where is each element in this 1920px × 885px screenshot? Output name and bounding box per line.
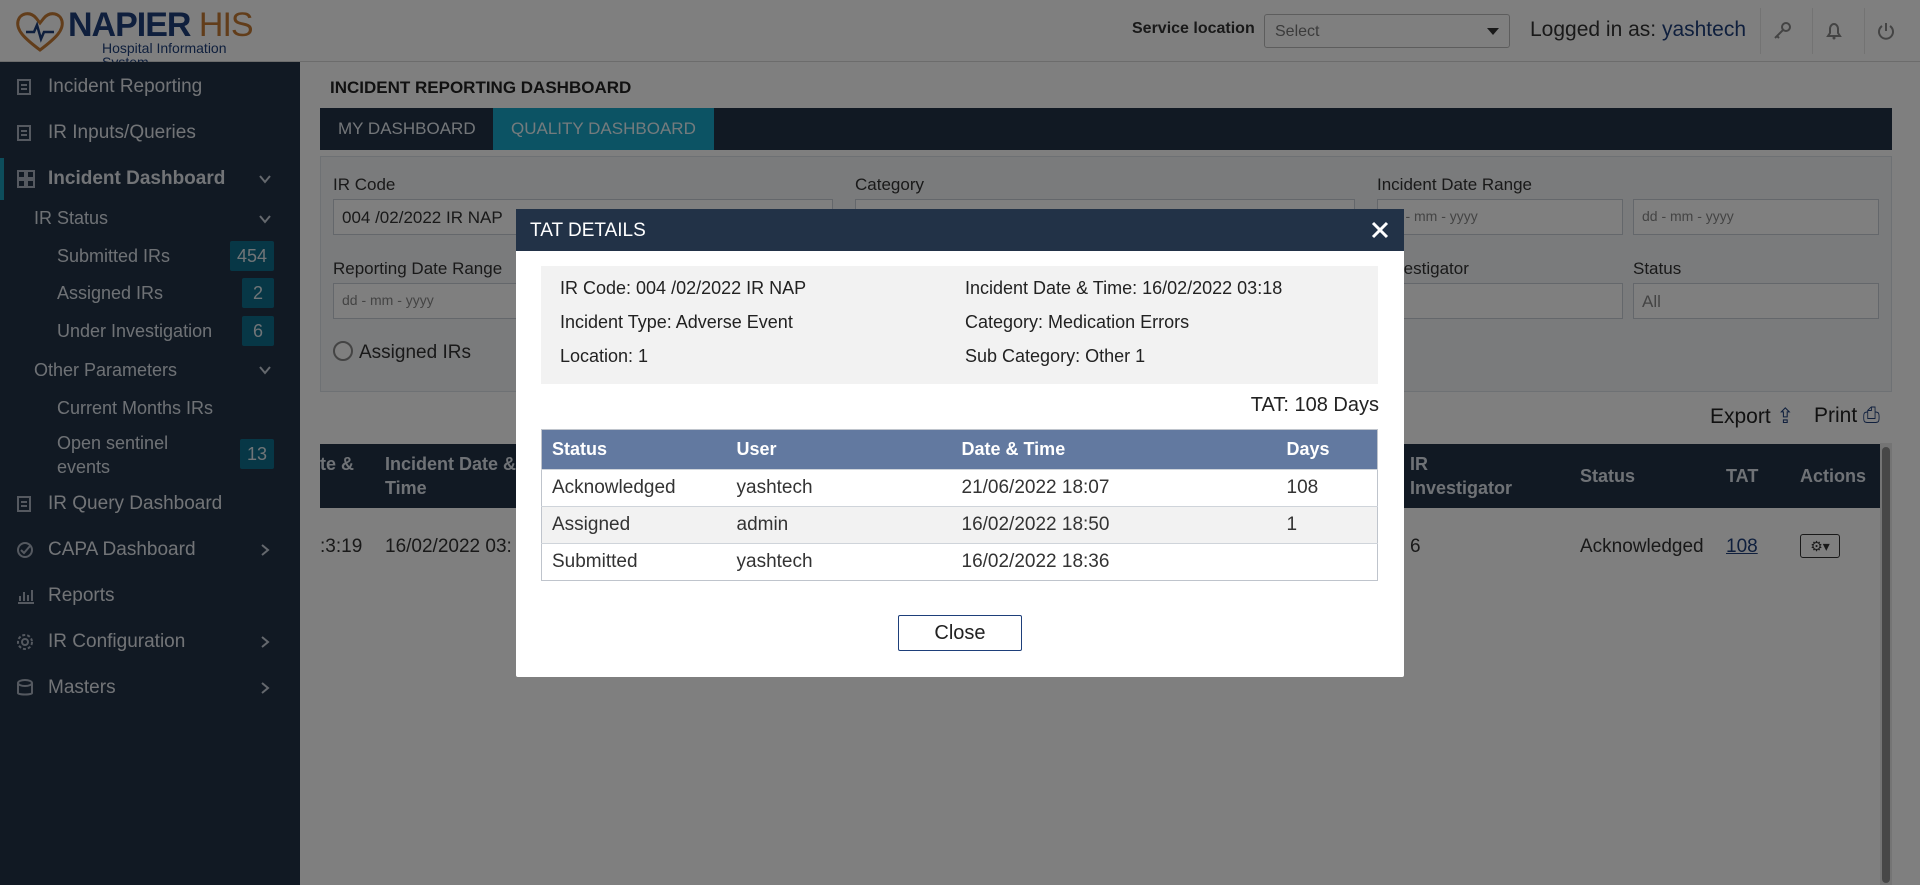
modal-title: TAT DETAILS [530, 220, 646, 241]
info-incident-datetime: Incident Date & Time: 16/02/2022 03:18 [965, 278, 1283, 298]
table-header-row: Status User Date & Time Days [541, 429, 1378, 470]
info-sub-category: Sub Category: Other 1 [965, 346, 1146, 366]
info-incident-type: Incident Type: Adverse Event [560, 312, 793, 332]
cell-user: admin [726, 506, 952, 544]
cell-user: yashtech [726, 469, 952, 507]
close-button[interactable]: Close [898, 615, 1022, 651]
tat-details-modal: TAT DETAILS IR Code: 004 /02/2022 IR NAP… [516, 209, 1404, 677]
cell-datetime: 21/06/2022 18:07 [951, 469, 1277, 507]
incident-info-panel: IR Code: 004 /02/2022 IR NAP Incident Ty… [541, 266, 1378, 384]
column-header-days: Days [1276, 429, 1378, 470]
cell-status: Acknowledged [541, 469, 727, 507]
cell-status: Assigned [541, 506, 727, 544]
cell-datetime: 16/02/2022 18:50 [951, 506, 1277, 544]
cell-status: Submitted [541, 543, 727, 581]
table-row: Assigned admin 16/02/2022 18:50 1 [541, 506, 1378, 544]
cell-days: 108 [1276, 469, 1378, 507]
tat-history-table: Status User Date & Time Days Acknowledge… [541, 429, 1378, 581]
table-row: Submitted yashtech 16/02/2022 18:36 [541, 543, 1378, 581]
info-location: Location: 1 [560, 346, 649, 366]
info-ir-code: IR Code: 004 /02/2022 IR NAP [560, 278, 807, 298]
modal-header: TAT DETAILS [516, 209, 1404, 251]
info-category: Category: Medication Errors [965, 312, 1190, 332]
column-header-user: User [726, 429, 952, 470]
column-header-datetime: Date & Time [951, 429, 1277, 470]
cell-datetime: 16/02/2022 18:36 [951, 543, 1277, 581]
tat-summary: TAT: 108 Days [1250, 394, 1379, 416]
table-row: Acknowledged yashtech 21/06/2022 18:07 1… [541, 469, 1378, 507]
column-header-status: Status [541, 429, 727, 470]
cell-days [1276, 543, 1378, 581]
cell-user: yashtech [726, 543, 952, 581]
close-icon[interactable] [1368, 218, 1392, 242]
cell-days: 1 [1276, 506, 1378, 544]
